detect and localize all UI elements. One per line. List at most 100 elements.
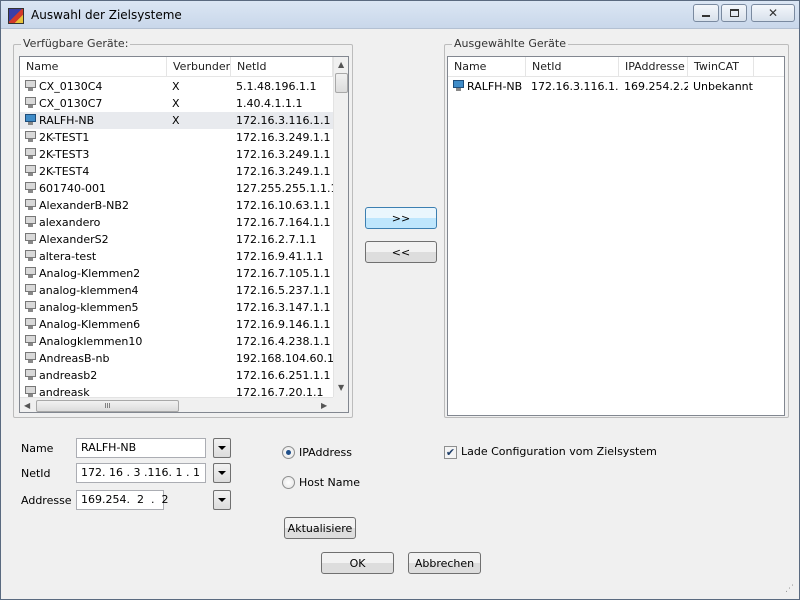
cell-connected <box>167 197 231 214</box>
selected-devices-label: Ausgewählte Geräte <box>452 37 568 50</box>
computer-icon <box>453 80 464 92</box>
table-row[interactable]: Analog-Klemmen2 172.16.7.105.1.1 <box>20 265 333 282</box>
computer-icon <box>25 352 36 364</box>
table-row[interactable]: alexandero 172.16.7.164.1.1 <box>20 214 333 231</box>
table-row[interactable]: 2K-TEST1 172.16.3.249.1.1 <box>20 129 333 146</box>
maximize-button[interactable] <box>721 4 747 22</box>
cell-connected <box>167 231 231 248</box>
load-config-checkbox[interactable]: ✔ <box>444 446 457 459</box>
netid-input[interactable]: 172. 16 . 3 .116. 1 . 1 <box>76 463 206 483</box>
cell-name: 601740-001 <box>20 180 167 197</box>
column-header-twincat[interactable]: TwinCAT <box>688 57 754 77</box>
table-row[interactable]: AlexanderB-NB2 172.16.10.63.1.1 <box>20 197 333 214</box>
computer-icon <box>25 301 36 313</box>
table-row[interactable]: andreasb2 172.16.6.251.1.1 <box>20 367 333 384</box>
minimize-icon <box>702 15 710 17</box>
column-header-connected[interactable]: Verbunden <box>167 57 231 77</box>
cell-netid: 172.16.4.238.1.1 <box>236 335 331 348</box>
chevron-down-icon <box>218 446 226 450</box>
cell-name: AndreasB-nb <box>20 350 167 367</box>
table-row[interactable]: 2K-TEST3 172.16.3.249.1.1 <box>20 146 333 163</box>
vertical-scrollbar[interactable]: ▲ ▼ <box>333 57 348 397</box>
horizontal-scrollbar[interactable]: ◀ III ▶ <box>20 397 333 412</box>
selected-devices-list[interactable]: Name NetId IPAddresse TwinCAT RALFH-NB 17… <box>447 56 785 416</box>
computer-icon <box>25 233 36 245</box>
table-row[interactable]: CX_0130C4 X 5.1.48.196.1.1 <box>20 78 333 95</box>
scroll-left-icon[interactable]: ◀ <box>24 401 30 410</box>
window-title: Auswahl der Zielsysteme <box>31 8 182 22</box>
scroll-corner <box>333 397 348 412</box>
cell-connected <box>167 265 231 282</box>
table-row[interactable]: altera-test 172.16.9.41.1.1 <box>20 248 333 265</box>
address-dropdown-button[interactable] <box>213 490 231 510</box>
cell-connected <box>167 146 231 163</box>
table-row[interactable]: analog-klemmen4 172.16.5.237.1.1 <box>20 282 333 299</box>
table-row[interactable]: Analog-Klemmen6 172.16.9.146.1.1 <box>20 316 333 333</box>
column-header-ipaddress[interactable]: IPAddresse <box>619 57 688 77</box>
cell-name: alexandero <box>20 214 167 231</box>
name-dropdown-button[interactable] <box>213 438 231 458</box>
computer-icon <box>25 318 36 330</box>
minimize-button[interactable] <box>693 4 719 22</box>
table-row[interactable]: RALFH-NB 172.16.3.116.1.1 169.254.2.2 Unbek… <box>448 78 784 95</box>
computer-icon <box>25 131 36 143</box>
dialog-window: Auswahl der Zielsysteme ✕ Verfügbare Ger… <box>0 0 800 600</box>
cell-name: RALFH-NB <box>20 112 167 129</box>
cell-netid: 172.16.3.249.1.1 <box>236 165 331 178</box>
address-input[interactable]: 169.254. 2 . 2 <box>76 490 168 510</box>
cell-connected <box>167 299 231 316</box>
cell-connected: X <box>172 114 180 127</box>
column-header-netid[interactable]: NetId <box>526 57 619 77</box>
table-row[interactable]: Analogklemmen10 172.16.4.238.1.1 <box>20 333 333 350</box>
cell-connected: X <box>172 97 180 110</box>
cell-name: AlexanderS2 <box>20 231 167 248</box>
resize-grip-icon[interactable]: ⋰ <box>785 585 797 597</box>
computer-icon <box>25 114 36 126</box>
cell-name: 2K-TEST3 <box>20 146 167 163</box>
column-header-netid[interactable]: NetId <box>231 57 333 77</box>
load-config-label[interactable]: Lade Configuration vom Zielsystem <box>461 445 657 458</box>
cell-netid: 5.1.48.196.1.1 <box>236 80 317 93</box>
computer-icon <box>25 216 36 228</box>
cell-netid: 1.40.4.1.1.1 <box>236 97 303 110</box>
add-to-selection-button[interactable]: >> <box>365 207 437 229</box>
cell-connected <box>167 129 231 146</box>
cell-name: Analog-Klemmen2 <box>20 265 167 282</box>
table-row[interactable]: 601740-001 127.255.255.1.1.1 <box>20 180 333 197</box>
refresh-button[interactable]: Aktualisiere <box>284 517 356 539</box>
close-button[interactable]: ✕ <box>751 4 795 22</box>
cell-netid: 172.16.10.63.1.1 <box>236 199 331 212</box>
table-row[interactable]: AndreasB-nb 192.168.104.60.1.1 <box>20 350 333 367</box>
table-row[interactable]: AlexanderS2 172.16.2.7.1.1 <box>20 231 333 248</box>
cancel-button[interactable]: Abbrechen <box>408 552 481 574</box>
table-row[interactable]: CX_0130C7 X 1.40.4.1.1.1 <box>20 95 333 112</box>
scroll-up-icon[interactable]: ▲ <box>338 60 344 69</box>
scroll-thumb-vertical[interactable] <box>335 73 348 93</box>
netid-dropdown-button[interactable] <box>213 463 231 483</box>
hostname-radio[interactable] <box>282 476 295 489</box>
scroll-right-icon[interactable]: ▶ <box>321 401 327 410</box>
computer-icon <box>25 80 36 92</box>
cell-netid: 172.16.3.147.1.1 <box>236 301 331 314</box>
ok-button[interactable]: OK <box>321 552 394 574</box>
cell-name: analog-klemmen5 <box>20 299 167 316</box>
available-devices-list[interactable]: Name Verbunden NetId CX_0130C4 X 5.1.48.19… <box>19 56 349 413</box>
name-input[interactable]: RALFH-NB <box>76 438 206 458</box>
ipaddress-radio[interactable] <box>282 446 295 459</box>
scroll-thumb-horizontal[interactable]: III <box>36 400 179 412</box>
available-devices-label: Verfügbare Geräte: <box>21 37 131 50</box>
hostname-radio-label[interactable]: Host Name <box>299 476 360 489</box>
table-row[interactable]: analog-klemmen5 172.16.3.147.1.1 <box>20 299 333 316</box>
remove-from-selection-button[interactable]: << <box>365 241 437 263</box>
cell-netid: 172.16.2.7.1.1 <box>236 233 317 246</box>
column-header-name[interactable]: Name <box>20 57 167 77</box>
table-row[interactable]: 2K-TEST4 172.16.3.249.1.1 <box>20 163 333 180</box>
cell-name: 2K-TEST1 <box>20 129 167 146</box>
table-row[interactable]: RALFH-NB X 172.16.3.116.1.1 <box>20 112 333 129</box>
ipaddress-radio-label[interactable]: IPAddress <box>299 446 352 459</box>
cell-connected <box>167 350 231 367</box>
column-header-name[interactable]: Name <box>448 57 526 77</box>
cell-connected: X <box>172 80 180 93</box>
cell-netid: 172.16.6.251.1.1 <box>236 369 331 382</box>
scroll-down-icon[interactable]: ▼ <box>338 383 344 392</box>
